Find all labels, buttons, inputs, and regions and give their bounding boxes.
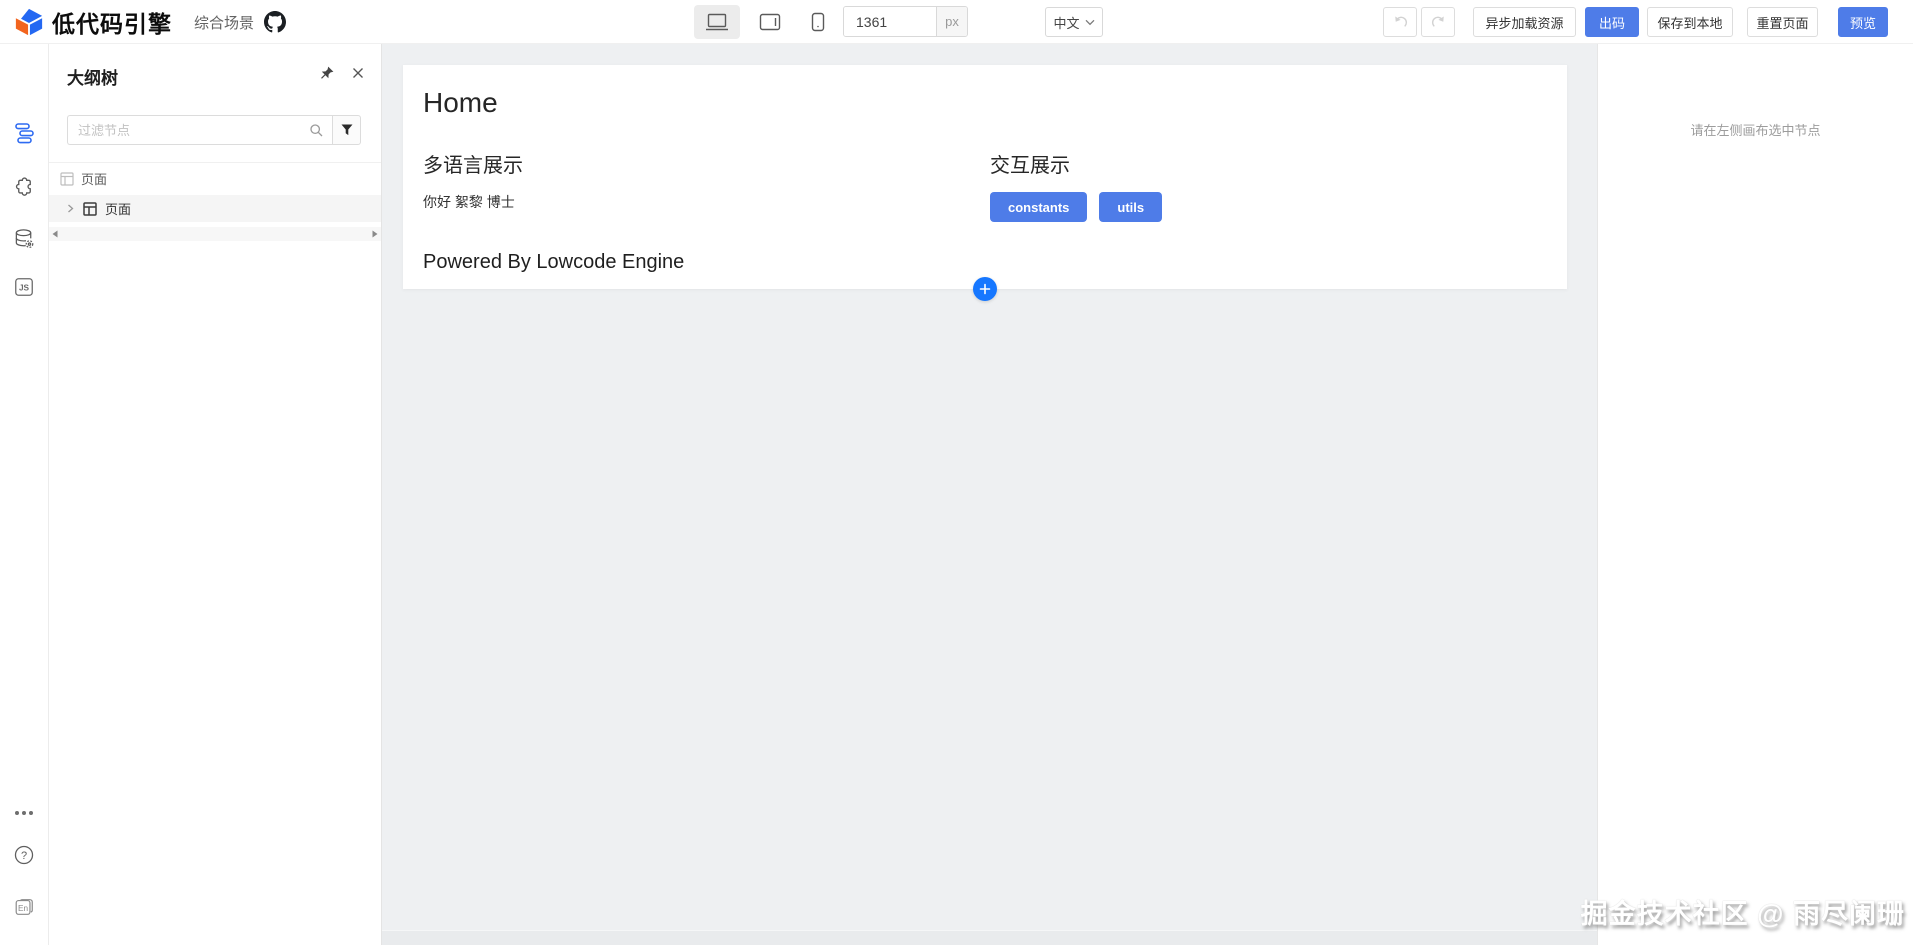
app-title: 低代码引擎 bbox=[52, 5, 172, 39]
add-node-button[interactable] bbox=[973, 277, 997, 301]
svg-text:JS: JS bbox=[19, 283, 30, 292]
undo-button[interactable] bbox=[1383, 7, 1417, 37]
funnel-icon bbox=[340, 123, 354, 137]
rail-language-button[interactable]: En bbox=[7, 890, 41, 924]
redo-button[interactable] bbox=[1421, 7, 1455, 37]
help-icon: ? bbox=[13, 844, 35, 866]
panel-close-button[interactable] bbox=[351, 66, 365, 80]
node-filter-input[interactable] bbox=[78, 123, 309, 138]
pin-icon bbox=[319, 65, 335, 81]
database-gear-icon bbox=[13, 228, 36, 251]
language-select[interactable]: 中文 bbox=[1045, 7, 1103, 37]
js-icon: JS bbox=[13, 276, 35, 298]
tree-row-root[interactable]: 页面 bbox=[49, 165, 381, 192]
scroll-right-icon[interactable] bbox=[372, 230, 378, 238]
interaction-buttons: constants utils bbox=[990, 192, 1550, 222]
github-icon[interactable] bbox=[264, 11, 286, 33]
i18n-greeting-text: 你好 絮黎 博士 bbox=[423, 192, 983, 212]
node-filter-box bbox=[67, 115, 332, 145]
i18n-section-title: 多语言展示 bbox=[423, 149, 983, 178]
rail-outline-tree-button[interactable] bbox=[7, 116, 41, 150]
phone-icon bbox=[811, 12, 825, 32]
outline-tree-icon bbox=[12, 121, 36, 145]
app-logo-icon bbox=[14, 7, 44, 37]
svg-text:?: ? bbox=[21, 850, 27, 862]
language-en-icon: En bbox=[13, 896, 35, 918]
utils-button[interactable]: utils bbox=[1099, 192, 1162, 222]
search-icon bbox=[309, 123, 324, 138]
scroll-left-icon[interactable] bbox=[52, 230, 58, 238]
canvas-width-group: px bbox=[843, 6, 968, 37]
desktop-icon bbox=[705, 12, 729, 32]
tree-hscrollbar[interactable] bbox=[49, 227, 381, 241]
svg-text:En: En bbox=[18, 904, 29, 913]
interaction-section-title: 交互展示 bbox=[990, 149, 1550, 178]
page-outline-icon bbox=[59, 171, 75, 187]
rail-datasource-button[interactable] bbox=[7, 222, 41, 256]
outline-panel: 大纲树 bbox=[49, 44, 382, 945]
topbar-left: 低代码引擎 综合场景 bbox=[14, 0, 286, 44]
undo-icon bbox=[1393, 15, 1408, 30]
page-card[interactable]: Home 多语言展示 你好 絮黎 博士 交互展示 constants utils… bbox=[403, 65, 1567, 289]
topbar: 低代码引擎 综合场景 bbox=[0, 0, 1913, 44]
device-tablet-button[interactable] bbox=[750, 5, 790, 39]
rail-help-button[interactable]: ? bbox=[7, 838, 41, 872]
settings-panel: 请在左侧画布选中节点 bbox=[1597, 44, 1913, 945]
reset-page-button[interactable]: 重置页面 bbox=[1747, 7, 1818, 37]
chevron-down-icon bbox=[1085, 19, 1095, 26]
tree-row-page[interactable]: 页面 bbox=[49, 195, 381, 222]
lowcode-engine-app: 低代码引擎 综合场景 bbox=[0, 0, 1913, 945]
more-dots-icon bbox=[14, 810, 34, 816]
panel-title: 大纲树 bbox=[67, 64, 118, 89]
redo-icon bbox=[1431, 15, 1446, 30]
rail-js-button[interactable]: JS bbox=[7, 270, 41, 304]
empty-selection-hint: 请在左侧画布选中节点 bbox=[1598, 120, 1913, 139]
plus-icon bbox=[979, 283, 991, 295]
page-title: Home bbox=[423, 87, 498, 119]
device-phone-button[interactable] bbox=[800, 5, 836, 39]
codegen-button[interactable]: 出码 bbox=[1585, 7, 1639, 37]
expand-chevron-icon[interactable] bbox=[66, 203, 75, 214]
device-switcher bbox=[694, 5, 836, 39]
constants-button[interactable]: constants bbox=[990, 192, 1087, 222]
powered-by-text: Powered By Lowcode Engine bbox=[423, 251, 684, 274]
scenario-label: 综合场景 bbox=[194, 12, 254, 33]
preview-button[interactable]: 预览 bbox=[1838, 7, 1888, 37]
panel-divider bbox=[49, 162, 381, 163]
rail-plugin-button[interactable] bbox=[7, 170, 41, 204]
canvas-width-input[interactable] bbox=[844, 7, 936, 36]
tree-row-label: 页面 bbox=[81, 169, 107, 188]
page-component-icon bbox=[82, 201, 98, 217]
left-icon-rail: JS ? En bbox=[0, 44, 49, 945]
interaction-section: 交互展示 constants utils bbox=[990, 149, 1550, 222]
close-icon bbox=[351, 66, 365, 80]
panel-pin-button[interactable] bbox=[319, 65, 335, 81]
rail-more-button[interactable] bbox=[7, 796, 41, 830]
i18n-section: 多语言展示 你好 絮黎 博士 bbox=[423, 149, 983, 212]
width-unit-label: px bbox=[936, 7, 967, 36]
canvas-area[interactable]: Home 多语言展示 你好 絮黎 博士 交互展示 constants utils… bbox=[382, 44, 1597, 945]
async-load-button[interactable]: 异步加载资源 bbox=[1473, 7, 1576, 37]
canvas-bottom-scroll-track[interactable] bbox=[382, 930, 1597, 945]
node-filter-row bbox=[67, 115, 361, 145]
tablet-icon bbox=[759, 13, 781, 31]
device-desktop-button[interactable] bbox=[694, 5, 740, 39]
save-local-button[interactable]: 保存到本地 bbox=[1647, 7, 1733, 37]
puzzle-icon bbox=[13, 176, 36, 199]
filter-button[interactable] bbox=[332, 115, 361, 145]
tree-row-label: 页面 bbox=[105, 199, 131, 218]
language-select-value: 中文 bbox=[1053, 13, 1079, 32]
